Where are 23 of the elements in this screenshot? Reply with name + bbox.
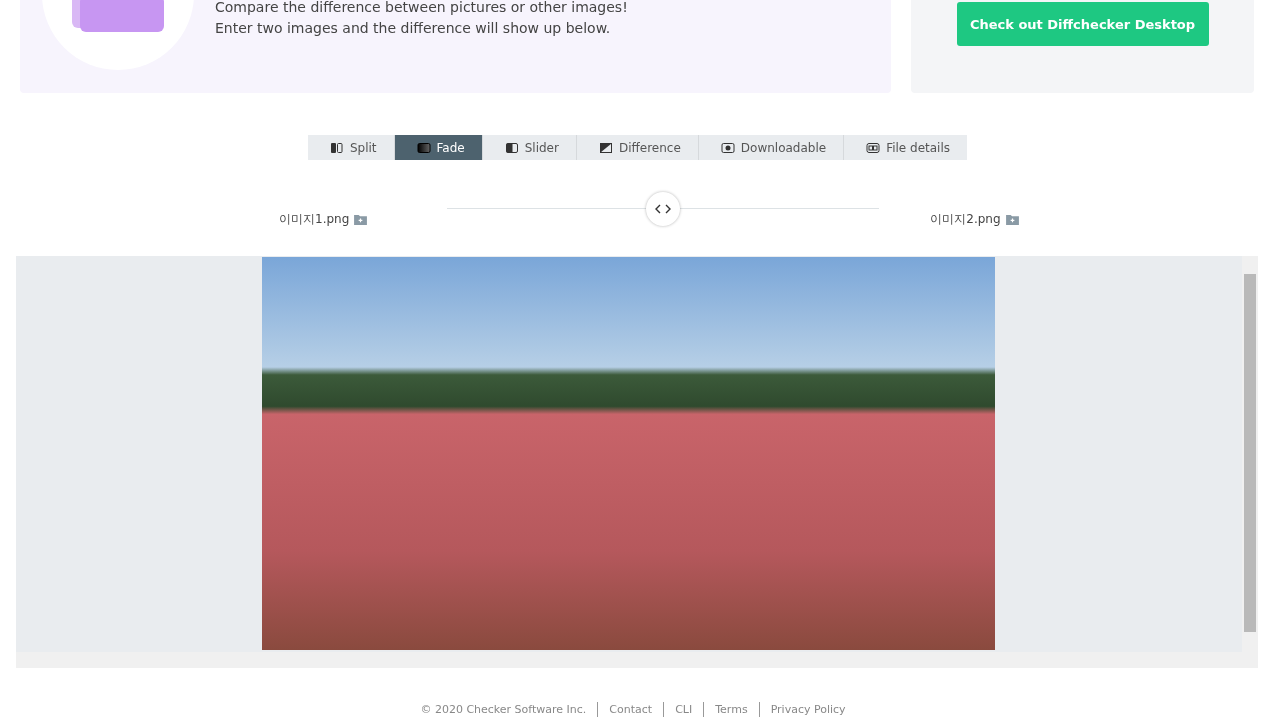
- footer-link[interactable]: Contact: [597, 702, 664, 717]
- chevrons-icon: [654, 203, 673, 215]
- difference-mode-icon: [598, 140, 613, 155]
- footer-link[interactable]: Privacy Policy: [758, 702, 857, 717]
- footer-link[interactable]: CLI: [663, 702, 704, 717]
- view-mode-tab[interactable]: Split: [307, 135, 395, 160]
- intro-text: Compare the difference between pictures or other images!: [215, 0, 628, 17]
- file-name: 이미지2.png: [930, 210, 1001, 228]
- fade-mode-icon: [416, 140, 431, 155]
- download-mode-icon: [720, 140, 735, 155]
- fade-slider-handle[interactable]: [646, 192, 681, 226]
- file-name: 이미지1.png: [279, 210, 350, 228]
- copyright-text: © 2020 Checker Software Inc.: [419, 702, 588, 717]
- slider-mode-icon: [504, 140, 519, 155]
- split-mode-icon: [329, 140, 344, 155]
- intro-text: Enter two images and the difference will show up below.: [215, 19, 612, 38]
- folder-icon: [354, 213, 368, 225]
- images-logo-icon: [72, 0, 164, 32]
- vertical-scrollbar[interactable]: [1242, 256, 1258, 652]
- footer-link[interactable]: Terms: [703, 702, 759, 717]
- folder-icon: [1005, 213, 1019, 225]
- details-mode-icon: [866, 140, 881, 155]
- view-mode-tab[interactable]: Fade: [394, 135, 483, 160]
